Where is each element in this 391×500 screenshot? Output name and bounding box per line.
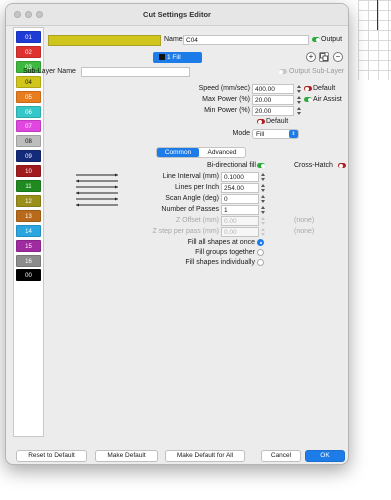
fill-groups-label: Fill groups together xyxy=(195,249,255,256)
line-interval-stepper[interactable] xyxy=(261,172,266,182)
layer-item-07[interactable]: 07 xyxy=(16,120,41,133)
fill-groups-radio[interactable] xyxy=(257,249,264,256)
layer-item-04[interactable]: 04 xyxy=(16,75,41,88)
settings-tabs: Common Advanced xyxy=(156,147,246,158)
layer-item-09[interactable]: 09 xyxy=(16,150,41,163)
line-interval-field[interactable]: 0.1000 xyxy=(221,172,259,182)
layer-item-02[interactable]: 02 xyxy=(16,45,41,58)
layer-list: 01 02 03 04 05 06 07 08 09 10 11 12 13 14 15 16 00 xyxy=(13,27,44,437)
min-power-field[interactable]: 20.00 xyxy=(252,106,294,116)
min-power-stepper[interactable] xyxy=(297,106,302,116)
chevron-updown-icon: ⇕ xyxy=(289,130,298,138)
passes-label: Number of Passes xyxy=(161,206,219,213)
tab-advanced[interactable]: Advanced xyxy=(199,148,245,157)
copy-icon xyxy=(320,53,328,61)
hatch-preview-graphic xyxy=(76,173,118,207)
sublayer-tab-label: 1 Fill xyxy=(167,54,181,61)
lpi-field[interactable]: 254.00 xyxy=(221,183,259,193)
z-step-none: (none) xyxy=(294,228,315,235)
cancel-button[interactable]: Cancel xyxy=(261,450,301,462)
power-default-toggle[interactable] xyxy=(257,119,265,124)
line-interval-label: Line Interval (mm) xyxy=(162,173,219,180)
sublayer-name-field[interactable] xyxy=(81,67,190,77)
output-sublayer-label: Output Sub-Layer xyxy=(289,68,345,75)
speed-field[interactable]: 400.00 xyxy=(252,84,294,94)
scan-angle-stepper[interactable] xyxy=(261,194,266,204)
z-offset-label: Z Offset (mm) xyxy=(175,217,219,224)
speed-default-toggle[interactable] xyxy=(304,86,312,91)
z-offset-field[interactable]: 0.00 xyxy=(221,216,259,226)
fill-individually-radio[interactable] xyxy=(257,259,264,266)
scan-angle-label: Scan Angle (deg) xyxy=(165,195,219,202)
crosshatch-toggle[interactable] xyxy=(338,163,346,168)
lpi-label: Lines per Inch xyxy=(175,184,219,191)
background-line xyxy=(377,0,378,30)
layer-item-00[interactable]: 00 xyxy=(16,269,41,282)
crosshatch-label: Cross-Hatch xyxy=(294,162,333,169)
layer-item-16[interactable]: 16 xyxy=(16,254,41,267)
tab-common[interactable]: Common xyxy=(157,148,199,157)
sublayer-name-label: Sub-Layer Name xyxy=(23,68,76,75)
lpi-stepper[interactable] xyxy=(261,183,266,193)
ok-button[interactable]: OK xyxy=(305,450,345,462)
layer-color-swatch[interactable] xyxy=(48,35,161,46)
max-power-label: Max Power (%) xyxy=(202,96,250,103)
fill-individually-label: Fill shapes individually xyxy=(185,259,255,266)
name-label: Name xyxy=(164,36,183,43)
sublayer-tab-fill[interactable]: 1 Fill xyxy=(153,52,202,63)
z-offset-none: (none) xyxy=(294,217,315,224)
layer-item-15[interactable]: 15 xyxy=(16,239,41,252)
z-offset-stepper[interactable] xyxy=(261,216,266,226)
mode-value: Fill xyxy=(256,131,265,138)
fill-all-radio[interactable] xyxy=(257,239,264,246)
bidirectional-label: Bi-directional fill xyxy=(206,162,256,169)
power-default-label: Default xyxy=(266,118,289,125)
layer-item-08[interactable]: 08 xyxy=(16,135,41,148)
min-power-label: Min Power (%) xyxy=(204,107,250,114)
layer-item-11[interactable]: 11 xyxy=(16,180,41,192)
layer-item-14[interactable]: 14 xyxy=(16,224,41,237)
make-default-button[interactable]: Make Default xyxy=(95,450,158,462)
hatch-preview xyxy=(74,172,122,212)
layer-item-13[interactable]: 13 xyxy=(16,209,41,222)
fill-all-label: Fill all shapes at once xyxy=(187,239,255,246)
max-power-field[interactable]: 20.00 xyxy=(252,95,294,105)
background-grid xyxy=(358,0,391,80)
mode-label: Mode xyxy=(232,130,250,137)
copy-sublayer-button[interactable] xyxy=(319,52,329,62)
cut-settings-window: Cut Settings Editor 01 02 03 04 05 06 07 08 09 10… xyxy=(5,3,349,465)
remove-sublayer-button[interactable]: − xyxy=(333,52,343,62)
output-sublayer-toggle[interactable] xyxy=(279,69,287,74)
output-toggle[interactable] xyxy=(312,37,320,42)
z-step-field[interactable]: 0.00 xyxy=(221,227,259,237)
passes-field[interactable]: 1 xyxy=(221,205,259,215)
air-assist-label: Air Assist xyxy=(313,96,342,103)
passes-stepper[interactable] xyxy=(261,205,266,215)
add-sublayer-button[interactable]: + xyxy=(306,52,316,62)
scan-angle-field[interactable]: 0 xyxy=(221,194,259,204)
layer-item-01[interactable]: 01 xyxy=(16,31,41,43)
output-label: Output xyxy=(321,36,343,43)
mode-select[interactable]: Fill ⇕ xyxy=(252,129,299,139)
layer-item-05[interactable]: 05 xyxy=(16,90,41,103)
reset-default-button[interactable]: Reset to Default xyxy=(16,450,87,462)
z-step-stepper[interactable] xyxy=(261,227,266,237)
layer-item-06[interactable]: 06 xyxy=(16,105,41,118)
name-field[interactable]: C04 xyxy=(183,35,309,45)
layer-item-10[interactable]: 10 xyxy=(16,165,41,178)
window-title: Cut Settings Editor xyxy=(143,10,211,19)
max-power-stepper[interactable] xyxy=(297,95,302,105)
speed-default-label: Default xyxy=(313,85,336,92)
make-default-all-button[interactable]: Make Default for All xyxy=(165,450,245,462)
air-assist-toggle[interactable] xyxy=(304,97,312,102)
title-bar: Cut Settings Editor xyxy=(6,4,348,26)
layer-item-12[interactable]: 12 xyxy=(16,194,41,207)
z-step-label: Z step per pass (mm) xyxy=(152,228,219,235)
fill-swatch-icon xyxy=(159,54,165,60)
speed-label: Speed (mm/sec) xyxy=(198,85,250,92)
bidirectional-toggle[interactable] xyxy=(257,163,265,168)
speed-stepper[interactable] xyxy=(297,84,302,94)
